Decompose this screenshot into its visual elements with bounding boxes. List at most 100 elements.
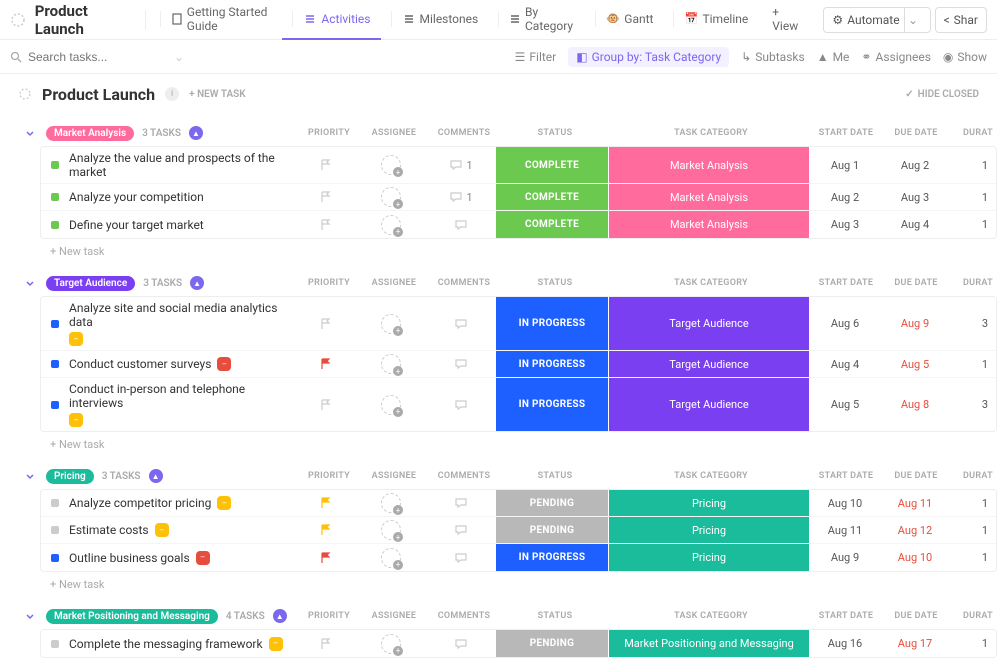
- due-date-cell[interactable]: Aug 3: [880, 184, 950, 210]
- sort-indicator-icon[interactable]: ▲: [189, 126, 203, 140]
- automate-button[interactable]: ⚙ Automate ⌄: [823, 7, 930, 33]
- col-header-start-date[interactable]: START DATE: [811, 278, 881, 288]
- assignee-cell[interactable]: [356, 378, 426, 431]
- col-header-priority[interactable]: PRIORITY: [299, 278, 359, 288]
- category-cell[interactable]: Pricing: [609, 490, 809, 516]
- new-task-button[interactable]: + New task: [0, 239, 997, 264]
- col-header-assignee[interactable]: ASSIGNEE: [359, 611, 429, 621]
- due-date-cell[interactable]: Aug 17: [880, 630, 950, 657]
- due-date-cell[interactable]: Aug 12: [880, 517, 950, 543]
- col-header-priority[interactable]: PRIORITY: [299, 471, 359, 481]
- task-name[interactable]: Conduct in-person and telephone intervie…: [69, 378, 296, 431]
- task-row[interactable]: Estimate costs–PENDINGPricingAug 11Aug 1…: [41, 517, 996, 544]
- filter-button[interactable]: ☰Filter: [515, 50, 557, 64]
- comments-cell[interactable]: [426, 517, 496, 543]
- group-name-pill[interactable]: Target Audience: [46, 276, 135, 291]
- col-header-duration[interactable]: DURAT: [951, 471, 997, 481]
- group-collapse-icon[interactable]: [24, 609, 38, 623]
- start-date-cell[interactable]: Aug 3: [810, 211, 880, 238]
- subtask-indicator-icon[interactable]: –: [217, 357, 231, 371]
- col-header-category[interactable]: TASK CATEGORY: [611, 471, 811, 481]
- col-header-priority[interactable]: PRIORITY: [299, 611, 359, 621]
- comments-cell[interactable]: [426, 297, 496, 350]
- priority-cell[interactable]: [296, 517, 356, 543]
- priority-cell[interactable]: [296, 297, 356, 350]
- status-box-icon[interactable]: [51, 161, 59, 169]
- subtask-indicator-icon[interactable]: –: [69, 413, 83, 427]
- share-button[interactable]: < Shar: [935, 7, 987, 33]
- due-date-cell[interactable]: Aug 11: [880, 490, 950, 516]
- start-date-cell[interactable]: Aug 5: [810, 378, 880, 431]
- comments-cell[interactable]: [426, 544, 496, 571]
- col-header-start-date[interactable]: START DATE: [811, 471, 881, 481]
- status-cell[interactable]: COMPLETE: [496, 147, 608, 183]
- status-cell[interactable]: IN PROGRESS: [496, 544, 608, 571]
- col-header-comments[interactable]: COMMENTS: [429, 278, 499, 288]
- assignee-cell[interactable]: [356, 297, 426, 350]
- col-header-duration[interactable]: DURAT: [951, 128, 997, 138]
- col-header-due-date[interactable]: DUE DATE: [881, 278, 951, 288]
- col-header-status[interactable]: STATUS: [499, 278, 611, 288]
- task-name[interactable]: Complete the messaging framework–: [69, 633, 296, 655]
- task-row[interactable]: Analyze the value and prospects of the m…: [41, 147, 996, 184]
- assignee-cell[interactable]: [356, 630, 426, 657]
- category-cell[interactable]: Target Audience: [609, 297, 809, 350]
- status-box-icon[interactable]: [51, 193, 59, 201]
- assignee-add-icon[interactable]: [381, 354, 401, 374]
- col-header-priority[interactable]: PRIORITY: [299, 128, 359, 138]
- group-collapse-icon[interactable]: [24, 126, 38, 140]
- group-name-pill[interactable]: Market Positioning and Messaging: [46, 609, 218, 624]
- task-name[interactable]: Outline business goals–: [69, 547, 296, 569]
- add-view-button[interactable]: + View: [762, 0, 815, 40]
- assignee-add-icon[interactable]: [381, 314, 401, 334]
- assignee-add-icon[interactable]: [381, 548, 401, 568]
- status-box-icon[interactable]: [51, 401, 59, 409]
- task-row[interactable]: Analyze competitor pricing–PENDINGPricin…: [41, 490, 996, 517]
- task-name[interactable]: Analyze site and social media analytics …: [69, 297, 296, 350]
- sort-indicator-icon[interactable]: ▲: [190, 276, 204, 290]
- duration-cell[interactable]: 1: [950, 147, 996, 183]
- duration-cell[interactable]: 3: [950, 378, 996, 431]
- col-header-status[interactable]: STATUS: [499, 611, 611, 621]
- view-tab-milestones[interactable]: Milestones: [381, 0, 489, 40]
- group-name-pill[interactable]: Pricing: [46, 469, 94, 484]
- subtask-indicator-icon[interactable]: –: [217, 496, 231, 510]
- list-title[interactable]: Product Launch: [42, 85, 155, 104]
- view-tab-timeline[interactable]: 📅Timeline: [663, 0, 758, 40]
- col-header-comments[interactable]: COMMENTS: [429, 611, 499, 621]
- task-row[interactable]: Complete the messaging framework–PENDING…: [41, 630, 996, 657]
- status-box-icon[interactable]: [51, 526, 59, 534]
- sort-indicator-icon[interactable]: ▲: [273, 609, 287, 623]
- assignee-add-icon[interactable]: [381, 493, 401, 513]
- assignee-add-icon[interactable]: [381, 187, 401, 207]
- col-header-due-date[interactable]: DUE DATE: [881, 128, 951, 138]
- priority-cell[interactable]: [296, 630, 356, 657]
- task-name[interactable]: Estimate costs–: [69, 519, 296, 541]
- comments-cell[interactable]: 1: [426, 147, 496, 183]
- category-cell[interactable]: Market Analysis: [609, 147, 809, 183]
- task-row[interactable]: Outline business goals–IN PROGRESSPricin…: [41, 544, 996, 571]
- assignee-cell[interactable]: [356, 517, 426, 543]
- col-header-start-date[interactable]: START DATE: [811, 128, 881, 138]
- group-name-pill[interactable]: Market Analysis: [46, 126, 134, 141]
- start-date-cell[interactable]: Aug 6: [810, 297, 880, 350]
- info-icon[interactable]: i: [165, 87, 179, 101]
- col-header-duration[interactable]: DURAT: [951, 611, 997, 621]
- col-header-duration[interactable]: DURAT: [951, 278, 997, 288]
- priority-cell[interactable]: [296, 147, 356, 183]
- group-collapse-icon[interactable]: [24, 276, 38, 290]
- new-task-button[interactable]: + New task: [0, 572, 997, 597]
- duration-cell[interactable]: 1: [950, 517, 996, 543]
- task-name[interactable]: Analyze your competition: [69, 186, 296, 208]
- group-by-button[interactable]: ◧Group by: Task Category: [568, 47, 729, 67]
- col-header-assignee[interactable]: ASSIGNEE: [359, 471, 429, 481]
- start-date-cell[interactable]: Aug 11: [810, 517, 880, 543]
- duration-cell[interactable]: 1: [950, 544, 996, 571]
- assignees-button[interactable]: ⚭Assignees: [861, 50, 930, 64]
- project-title[interactable]: Product Launch: [35, 2, 133, 38]
- due-date-cell[interactable]: Aug 8: [880, 378, 950, 431]
- chevron-down-icon[interactable]: ⌄: [174, 50, 184, 64]
- comments-cell[interactable]: [426, 630, 496, 657]
- category-cell[interactable]: Market Analysis: [609, 184, 809, 210]
- due-date-cell[interactable]: Aug 9: [880, 297, 950, 350]
